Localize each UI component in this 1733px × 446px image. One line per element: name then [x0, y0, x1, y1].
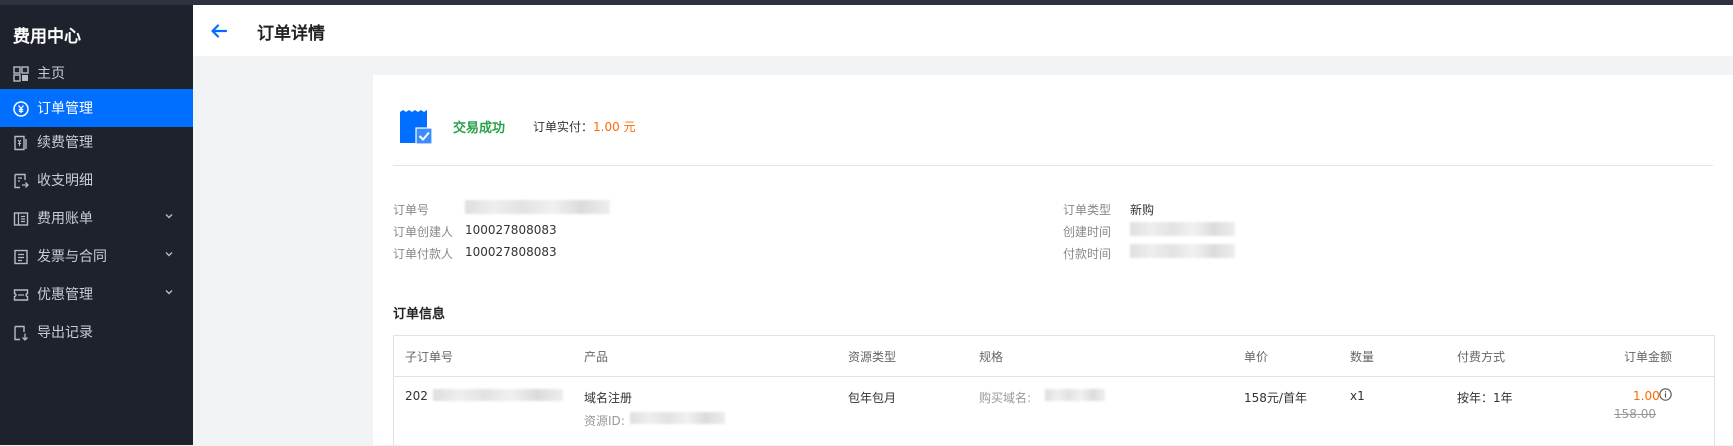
- sidebar-item-exports[interactable]: 导出记录: [0, 313, 193, 351]
- resource-type: 包年包月: [848, 391, 897, 405]
- ledger-icon: [14, 173, 29, 189]
- sidebar-item-label: 费用账单: [37, 211, 93, 227]
- sidebar-item-bills[interactable]: 费用账单: [0, 199, 193, 237]
- sidebar-title: 费用中心: [13, 27, 81, 47]
- order-detail-card: 交易成功 订单实付：1.00 元 订单号 订单创建人 100027808083 …: [373, 75, 1733, 446]
- paid-time-label: 付款时间: [1063, 247, 1112, 261]
- sidebar-item-orders[interactable]: 订单管理: [0, 89, 193, 127]
- created-time-label: 创建时间: [1063, 225, 1112, 239]
- sidebar-item-coupons[interactable]: 优惠管理: [0, 275, 193, 313]
- page-title: 订单详情: [257, 24, 325, 44]
- order-amount: 1.00: [1633, 389, 1660, 403]
- order-no-redacted: [465, 200, 610, 214]
- sub-order-redacted: [433, 389, 563, 401]
- order-type-value: 新购: [1130, 203, 1155, 217]
- paid-amount: 订单实付：1.00 元: [533, 118, 636, 135]
- resource-id-label: 资源ID:: [584, 414, 625, 428]
- sidebar-item-renewals[interactable]: 续费管理: [0, 123, 193, 161]
- order-table: 子订单号 产品 资源类型 规格 单价 数量 付费方式 订单金额 202 域名注册…: [393, 335, 1715, 446]
- resource-id-redacted: [630, 412, 725, 424]
- bill-icon: [13, 212, 29, 226]
- back-arrow-icon[interactable]: [207, 19, 231, 43]
- dashboard-icon: [13, 66, 29, 82]
- payer-value: 100027808083: [465, 245, 557, 259]
- chevron-down-icon: [165, 290, 173, 295]
- chevron-down-icon: [165, 252, 173, 257]
- quantity: x1: [1350, 389, 1365, 403]
- sidebar-item-label: 导出记录: [37, 325, 93, 341]
- invoice-icon: [14, 249, 28, 265]
- yuan-circle-icon: [13, 101, 29, 117]
- status-text: 交易成功: [453, 121, 506, 136]
- column-header: 资源类型: [848, 350, 897, 364]
- divider: [393, 165, 1713, 166]
- table-header: 子订单号 产品 资源类型 规格 单价 数量 付费方式 订单金额: [394, 336, 1714, 377]
- coupon-icon: [13, 289, 29, 301]
- sidebar-item-label: 优惠管理: [37, 287, 93, 303]
- spec-label: 购买域名:: [979, 391, 1032, 405]
- renew-icon: [14, 135, 27, 151]
- payment-method: 按年：1年: [1457, 391, 1513, 405]
- unit-price: 158元/首年: [1244, 391, 1307, 405]
- creator-value: 100027808083: [465, 223, 557, 237]
- info-icon[interactable]: [1659, 388, 1672, 401]
- sidebar-item-label: 收支明细: [37, 173, 93, 189]
- sidebar-item-label: 订单管理: [37, 101, 93, 117]
- creator-label: 订单创建人: [393, 225, 454, 239]
- chevron-down-icon: [165, 214, 173, 219]
- column-header: 订单金额: [1624, 350, 1673, 364]
- column-header: 产品: [584, 350, 609, 364]
- section-title: 订单信息: [393, 307, 446, 322]
- sidebar-item-label: 发票与合同: [37, 249, 107, 265]
- product-name: 域名注册: [584, 391, 633, 405]
- column-header: 规格: [979, 350, 1004, 364]
- page-header: 订单详情: [193, 5, 1733, 56]
- sidebar-item-label: 主页: [37, 66, 65, 82]
- order-type-label: 订单类型: [1063, 203, 1112, 217]
- column-header: 付费方式: [1457, 350, 1506, 364]
- sidebar-item-home[interactable]: 主页: [0, 54, 193, 92]
- order-no-label: 订单号: [393, 203, 430, 217]
- sidebar: 费用中心 主页 订单管理 续费管理 收支明细 费用账单 发票与合同 优惠管理 导…: [0, 5, 193, 445]
- export-icon: [14, 325, 28, 341]
- original-amount: 158.00: [1614, 407, 1656, 421]
- created-time-redacted: [1130, 222, 1235, 236]
- payer-label: 订单付款人: [393, 247, 454, 261]
- sidebar-item-label: 续费管理: [37, 135, 93, 151]
- paid-label: 订单实付：: [533, 120, 594, 134]
- sidebar-item-invoices[interactable]: 发票与合同: [0, 237, 193, 275]
- receipt-check-icon: [400, 110, 433, 145]
- paid-time-redacted: [1130, 244, 1235, 258]
- column-header: 数量: [1350, 350, 1375, 364]
- sidebar-item-transactions[interactable]: 收支明细: [0, 161, 193, 199]
- sub-order-number: 202: [405, 389, 428, 403]
- domain-redacted: [1045, 389, 1105, 401]
- column-header: 单价: [1244, 350, 1269, 364]
- paid-value: 1.00 元: [593, 120, 636, 134]
- column-header: 子订单号: [405, 350, 454, 364]
